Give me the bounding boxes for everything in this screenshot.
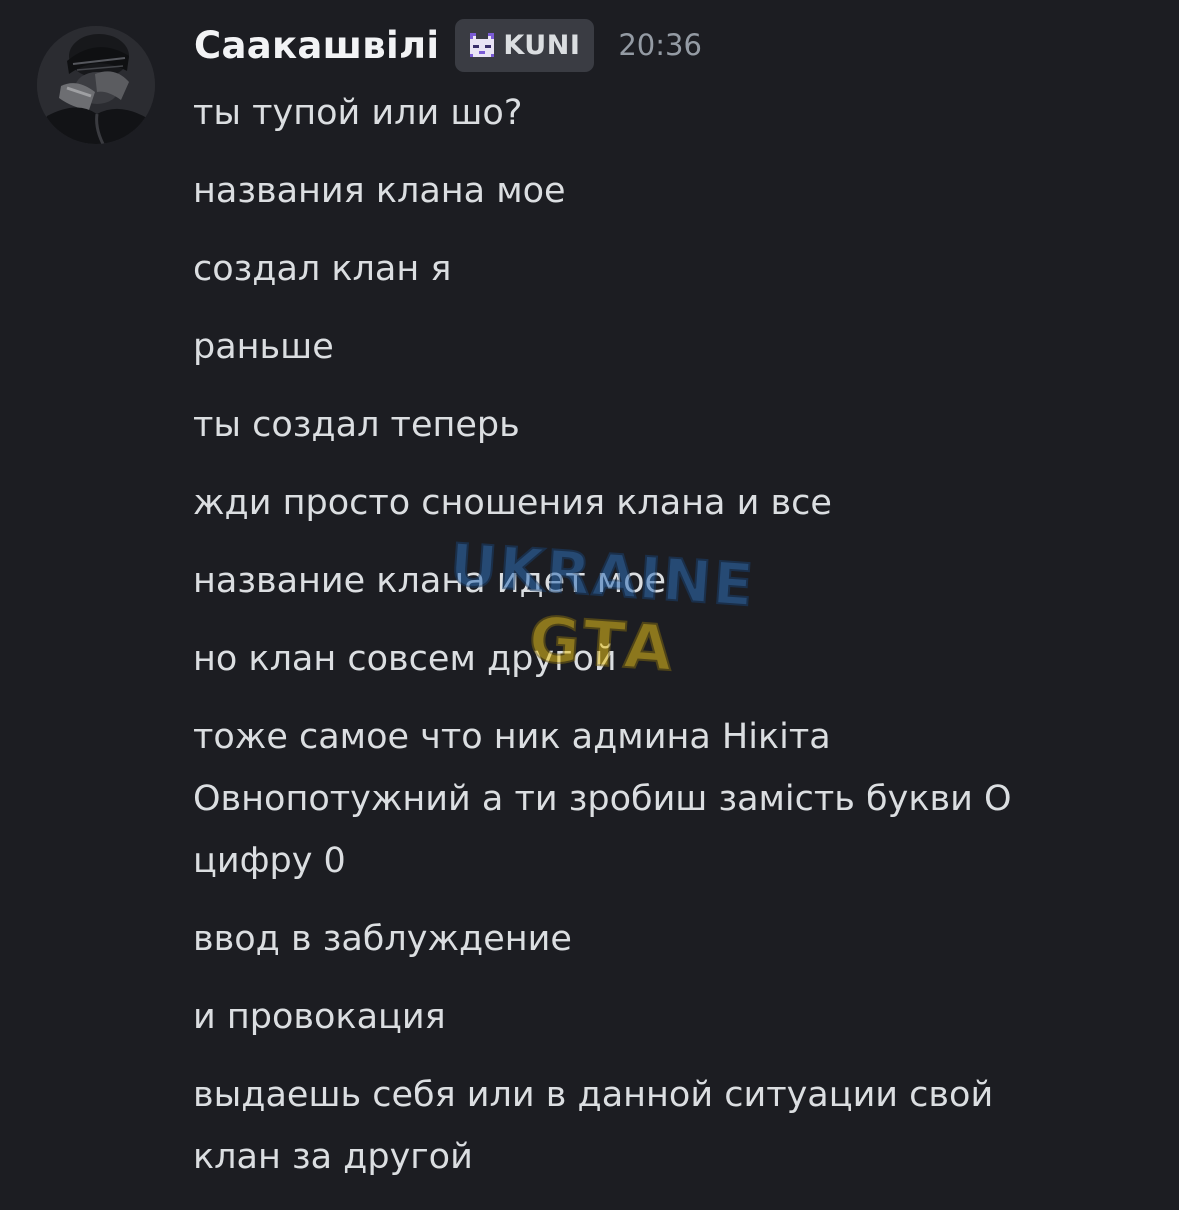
message-line: тоже самое что ник админа Нікіта <box>193 717 831 757</box>
pixel-cat-icon <box>470 33 495 57</box>
message-header: Саакашвілі KUNI 20:36 <box>194 18 702 72</box>
server-tag-label: KUNI <box>503 29 581 61</box>
message-line: выдаешь себя или в данной ситуации свой <box>193 1075 994 1115</box>
chat-message: Саакашвілі KUNI 20:36 ты тупой или шо? н… <box>0 0 1179 1210</box>
message-timestamp[interactable]: 20:36 <box>618 28 702 62</box>
message-line: ввод в заблуждение <box>193 919 572 959</box>
message-line: создал клан я <box>193 249 452 289</box>
user-avatar[interactable] <box>37 26 155 144</box>
message-line: ты создал теперь <box>193 405 520 445</box>
server-tag-badge[interactable]: KUNI <box>455 18 595 72</box>
message-line: жди просто сношения клана и все <box>193 483 832 523</box>
message-line: раньше <box>193 327 334 367</box>
message-line: название клана идет мое <box>193 561 667 601</box>
username[interactable]: Саакашвілі <box>194 24 439 67</box>
avatar-image <box>37 26 155 144</box>
message-line: и провокация <box>193 997 446 1037</box>
message-line: ты тупой или шо? <box>193 93 523 133</box>
message-line: цифру 0 <box>193 841 346 881</box>
message-line: названия клана мое <box>193 171 566 211</box>
message-line: Овнопотужний а ти зробиш замість букви О <box>193 779 1012 819</box>
message-line: клан за другой <box>193 1137 473 1177</box>
message-line: но клан совсем другой <box>193 639 617 679</box>
